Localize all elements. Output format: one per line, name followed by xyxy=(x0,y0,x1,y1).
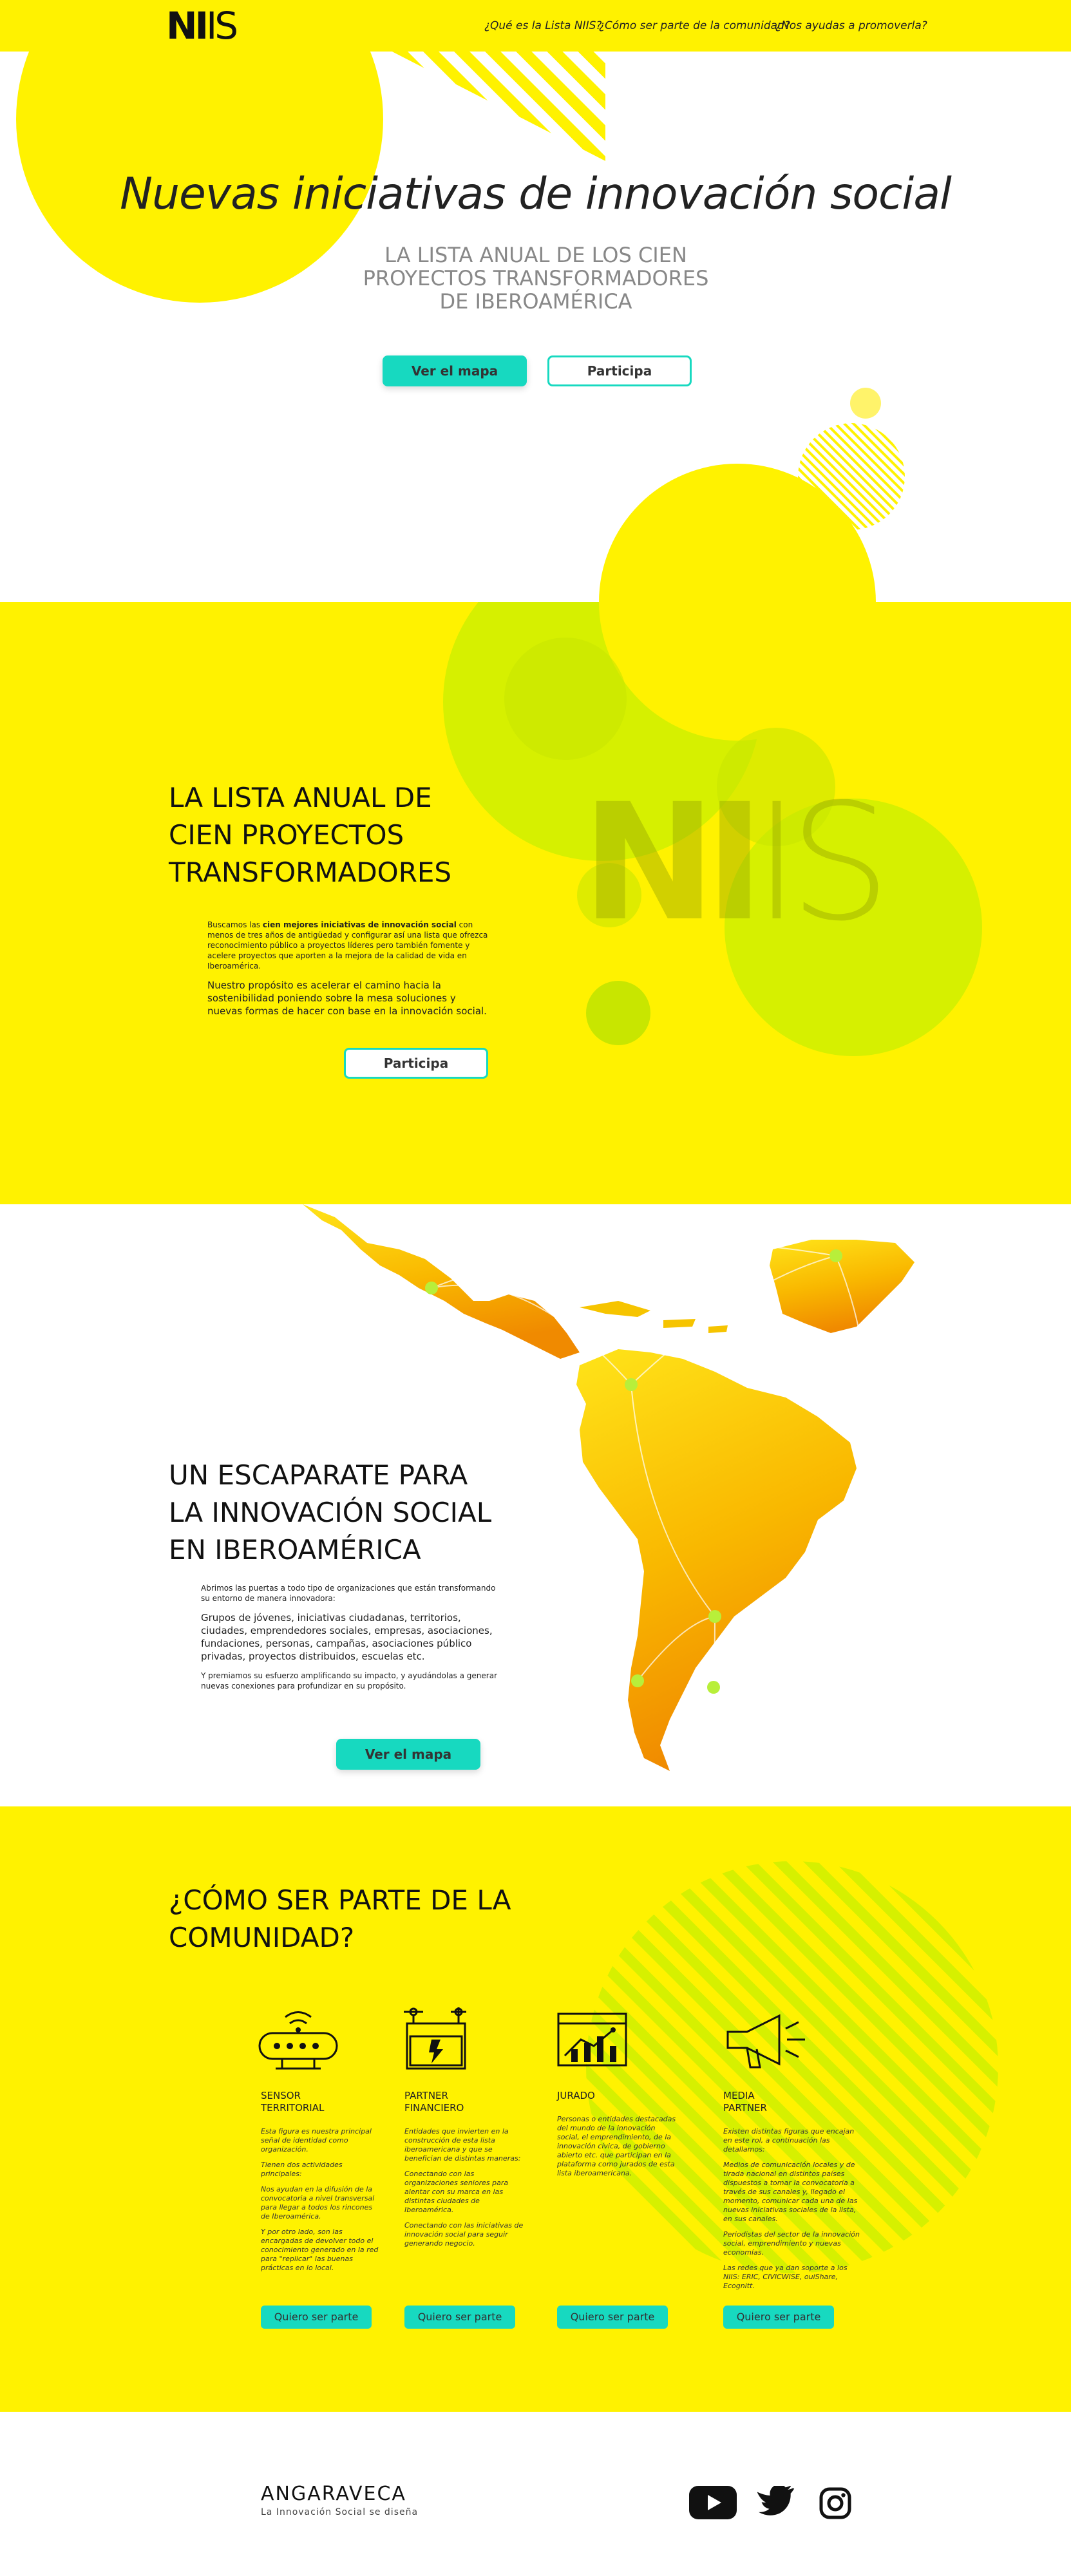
nav-link-que-es[interactable]: ¿Qué es la Lista NIIS? xyxy=(484,19,602,32)
logo-bold-part: NI xyxy=(166,4,209,48)
card-media-partner: MEDIA PARTNER Existen distintas figuras q… xyxy=(723,2090,865,2297)
comunidad-heading: ¿CÓMO SER PARTE DE LA COMUNIDAD? xyxy=(169,1882,511,1956)
top-navigation-bar: NIIS ¿Qué es la Lista NIIS? ¿Cómo ser pa… xyxy=(0,0,1071,52)
iberoamerica-map xyxy=(303,1204,915,1771)
lime-small-circle-a xyxy=(504,638,627,760)
card-title: JURADO xyxy=(557,2090,595,2101)
lista-heading: LA LISTA ANUAL DE CIEN PROYECTOS TRANSFO… xyxy=(169,779,451,891)
heading-line: LA LISTA ANUAL DE xyxy=(169,782,432,813)
hero-subtitle-line: LA LISTA ANUAL DE LOS CIEN xyxy=(384,243,687,267)
card-text: Esta figura es nuestra principal señal d… xyxy=(261,2127,379,2272)
lista-body: Buscamos las cien mejores iniciativas de… xyxy=(207,920,491,1025)
escaparate-ver-mapa-button[interactable]: Ver el mapa xyxy=(336,1739,480,1770)
instagram-icon[interactable] xyxy=(819,2487,851,2519)
twitter-icon[interactable] xyxy=(757,2486,796,2518)
heading-line: UN ESCAPARATE PARA xyxy=(169,1459,468,1491)
watermark-thin: IS xyxy=(753,769,891,956)
chart-icon xyxy=(557,2012,627,2067)
quiero-ser-parte-button-jurado[interactable]: Quiero ser parte xyxy=(557,2306,668,2329)
heading-line: COMUNIDAD? xyxy=(169,1922,355,1953)
yellow-overlap-circle xyxy=(599,602,876,741)
hero-subtitle-line: PROYECTOS TRANSFORMADORES xyxy=(363,266,709,290)
escaparate-heading: UN ESCAPARATE PARA LA INNOVACIÓN SOCIAL … xyxy=(169,1457,491,1569)
iberian-peninsula-shape xyxy=(770,1240,915,1333)
battery-icon xyxy=(404,2007,466,2070)
megaphone-icon xyxy=(726,2014,805,2069)
card-partner-financiero: PARTNER FINANCIERO Entidades que invierte… xyxy=(404,2090,527,2255)
ver-mapa-button[interactable]: Ver el mapa xyxy=(383,355,527,386)
escaparate-body: Abrimos las puertas a todo tipo de organ… xyxy=(201,1583,497,1699)
lista-participa-button[interactable]: Participa xyxy=(344,1048,488,1079)
mexico-shape xyxy=(303,1204,580,1359)
escaparate-paragraph-3: Y premiamos su esfuerzo amplificando su … xyxy=(201,1671,497,1690)
heading-line: ¿CÓMO SER PARTE DE LA xyxy=(169,1884,511,1916)
heading-line: CIEN PROYECTOS xyxy=(169,819,404,851)
card-text: Personas o entidades destacadas del mund… xyxy=(557,2115,676,2177)
escaparate-paragraph-2: Grupos de jóvenes, iniciativas ciudadana… xyxy=(201,1612,493,1662)
niis-watermark-logo: NIIS xyxy=(582,779,891,947)
escaparate-paragraph-1: Abrimos las puertas a todo tipo de organ… xyxy=(201,1584,496,1603)
youtube-icon[interactable] xyxy=(689,2486,737,2519)
niis-logo[interactable]: NIIS xyxy=(166,4,238,48)
hero-title: Nuevas iniciativas de innovación social xyxy=(120,169,952,220)
sensor-icon xyxy=(258,2011,338,2070)
heading-line: LA INNOVACIÓN SOCIAL xyxy=(169,1497,492,1528)
quiero-ser-parte-button-sensor[interactable]: Quiero ser parte xyxy=(261,2306,372,2329)
heading-line: TRANSFORMADORES xyxy=(169,857,452,888)
logo-thin-part: IS xyxy=(206,4,238,48)
south-america-shape xyxy=(576,1349,857,1771)
quiero-ser-parte-button-partner[interactable]: Quiero ser parte xyxy=(404,2306,515,2329)
watermark-bold: NI xyxy=(582,769,764,956)
heading-line: EN IBEROAMÉRICA xyxy=(169,1534,421,1566)
participa-button[interactable]: Participa xyxy=(547,355,692,386)
card-sensor-territorial: SENSOR TERRITORIAL Esta figura es nuestra… xyxy=(261,2090,383,2279)
card-jurado: JURADO Personas o entidades destacadas d… xyxy=(557,2090,679,2184)
angaraveca-tagline: La Innovación Social se diseña xyxy=(261,2507,419,2517)
lista-paragraph-2: Nuestro propósito es acelerar el camino … xyxy=(207,980,487,1017)
lista-paragraph-1: Buscamos las cien mejores iniciativas de… xyxy=(207,920,488,971)
lista-decorations xyxy=(443,602,982,1056)
card-text: Existen distintas figuras que encajan en… xyxy=(723,2127,860,2290)
nav-link-ayudas[interactable]: ¿Nos ayudas a promoverla? xyxy=(775,19,927,32)
nav-link-como-ser-parte[interactable]: ¿Cómo ser parte de la comunidad? xyxy=(599,19,790,32)
card-text: Entidades que invierten en la construcci… xyxy=(404,2127,524,2248)
lime-small-circle-b xyxy=(586,981,650,1045)
card-title: SENSOR TERRITORIAL xyxy=(261,2090,325,2114)
hero-subtitle-line: DE IBEROAMÉRICA xyxy=(439,289,632,314)
angaraveca-logo[interactable]: ANGARAVECA xyxy=(261,2483,406,2505)
caribbean-islands xyxy=(580,1301,728,1333)
quiero-ser-parte-button-media[interactable]: Quiero ser parte xyxy=(723,2306,834,2329)
card-title: PARTNER FINANCIERO xyxy=(404,2090,464,2114)
hero-subtitle: LA LISTA ANUAL DE LOS CIEN PROYECTOS TRA… xyxy=(310,243,761,313)
small-yellow-dot xyxy=(850,388,881,419)
hero-striped-triangle xyxy=(361,35,605,161)
card-title: MEDIA PARTNER xyxy=(723,2090,767,2114)
